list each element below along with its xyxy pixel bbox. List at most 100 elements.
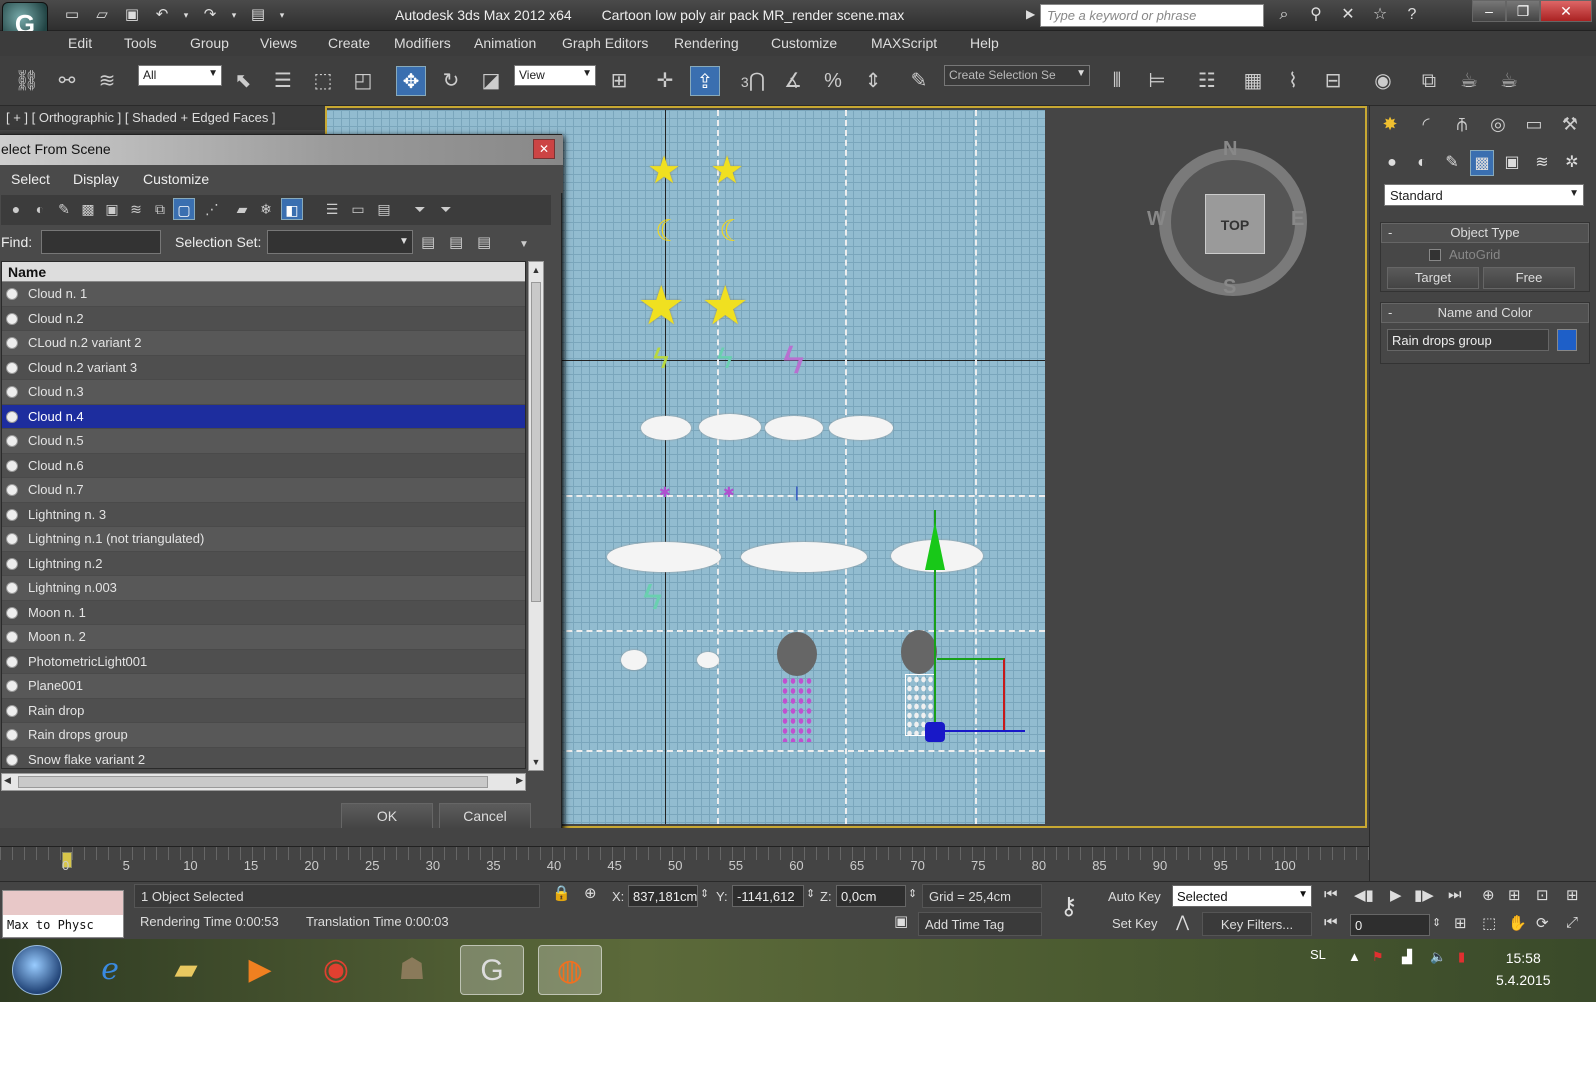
cloud-object[interactable]	[829, 416, 893, 440]
qat-dropdown-icon[interactable]: ▾	[278, 5, 286, 25]
select-object-icon[interactable]: ⬉	[228, 66, 258, 96]
rendered-frame-window-icon[interactable]: ☕	[1454, 66, 1484, 96]
time-tag-icon[interactable]: ▣	[894, 912, 908, 930]
object-type-header[interactable]: - Object Type	[1381, 223, 1589, 243]
filter-icon[interactable]: ⏷	[409, 198, 431, 220]
search-arrow-icon[interactable]: ▶	[1026, 7, 1035, 21]
gizmo-center[interactable]	[925, 722, 945, 742]
rain-drop-object[interactable]: ❘	[791, 484, 803, 501]
display-xrefs-icon[interactable]: ▢	[173, 198, 195, 220]
communication-icon[interactable]: ✕	[1336, 4, 1360, 26]
internet-explorer-icon[interactable]: ℯ	[78, 945, 142, 995]
go-to-start-icon[interactable]: ⏮	[1324, 886, 1338, 903]
rain-cloud-object[interactable]	[901, 630, 937, 674]
list-item[interactable]: Lightning n.1 (not triangulated)	[2, 527, 525, 552]
menu-help[interactable]: Help	[970, 35, 999, 51]
undo-dropdown-icon[interactable]: ▾	[182, 5, 190, 25]
favorites-star-icon[interactable]: ☆	[1368, 4, 1392, 26]
shapes-icon[interactable]: ◐	[1410, 150, 1434, 176]
list-vertical-scrollbar[interactable]: ▲ ▼	[528, 261, 544, 771]
3ds-max-taskbar-icon[interactable]: G	[460, 945, 524, 995]
set-key-button[interactable]: Set Key	[1112, 916, 1158, 931]
remove-from-selection-set-icon[interactable]: ▤	[477, 233, 491, 251]
rain-drops-object[interactable]	[781, 676, 813, 742]
display-frozen-icon[interactable]: ❄	[255, 198, 277, 220]
list-item[interactable]: CLoud n.2 variant 2	[2, 331, 525, 356]
save-icon[interactable]: ▣	[122, 5, 142, 25]
current-frame-field[interactable]: 0	[1350, 914, 1430, 936]
display-bones-icon[interactable]: ⋰	[201, 198, 223, 220]
power-icon[interactable]: ▮	[1458, 949, 1465, 965]
zoom-extents-all-icon[interactable]: ⊞	[1566, 886, 1579, 904]
render-setup-icon[interactable]: ⧉	[1414, 66, 1444, 96]
action-center-icon[interactable]: ⚑	[1372, 949, 1384, 965]
media-player-icon[interactable]: ▶	[228, 945, 292, 995]
list-item[interactable]: Cloud n.2 variant 3	[2, 355, 525, 380]
snaps-toggle-icon[interactable]: 3⋂	[738, 66, 768, 96]
star-object[interactable]: ★	[637, 274, 685, 337]
angle-snap-icon[interactable]: ∡	[778, 66, 808, 96]
add-to-selection-set-icon[interactable]: ▤	[449, 233, 463, 251]
new-file-icon[interactable]: ▭	[62, 5, 82, 25]
hierarchy-tab-icon[interactable]: ⫚	[1448, 110, 1476, 138]
minimize-button[interactable]: –	[1472, 0, 1506, 22]
add-time-tag[interactable]: Add Time Tag	[918, 912, 1042, 936]
subscription-icon[interactable]: ⚲	[1304, 4, 1328, 26]
list-item[interactable]: Lightning n.003	[2, 576, 525, 601]
zoom-region-icon[interactable]: ⬚	[1482, 914, 1496, 932]
category-dropdown[interactable]: Standard ▼	[1384, 184, 1584, 206]
select-invert-icon[interactable]: ▤	[373, 198, 395, 220]
viewcube-top-face[interactable]: TOP	[1205, 194, 1265, 254]
menu-views[interactable]: Views	[260, 35, 297, 51]
display-shapes-icon[interactable]: ◐	[29, 198, 51, 220]
rectangular-selection-icon[interactable]: ⬚	[308, 66, 338, 96]
maximize-viewport-icon[interactable]: ⤢	[1566, 914, 1578, 931]
select-and-scale-icon[interactable]: ◪	[476, 66, 506, 96]
open-file-icon[interactable]: ▱	[92, 5, 112, 25]
snowflake-object[interactable]: ✱	[723, 484, 735, 501]
file-explorer-icon[interactable]: ▰	[154, 945, 218, 995]
orbit-icon[interactable]: ⟳	[1536, 914, 1549, 932]
pivot-center-icon[interactable]: ⊞	[604, 66, 634, 96]
zoom-icon[interactable]: ⊕	[1482, 886, 1495, 904]
display-containers-icon[interactable]: ▰	[231, 198, 253, 220]
list-item[interactable]: Plane001	[2, 674, 525, 699]
redo-dropdown-icon[interactable]: ▾	[230, 5, 238, 25]
start-button[interactable]	[12, 945, 62, 995]
list-horizontal-scrollbar[interactable]: ◀ ▶	[1, 773, 526, 791]
maxscript-output[interactable]	[3, 891, 123, 915]
menu-create[interactable]: Create	[328, 35, 370, 51]
go-to-end-icon[interactable]: ⏭	[1448, 886, 1462, 903]
network-icon[interactable]: ▟	[1402, 949, 1412, 965]
utilities-tab-icon[interactable]: ⚒	[1556, 110, 1584, 138]
cloud-object[interactable]	[607, 542, 721, 572]
motion-tab-icon[interactable]: ◎	[1484, 110, 1512, 138]
cameras-icon[interactable]: ▩	[1470, 150, 1494, 176]
menu-graph-editors[interactable]: Graph Editors	[562, 35, 648, 51]
name-color-header[interactable]: - Name and Color	[1381, 303, 1589, 323]
menu-modifiers[interactable]: Modifiers	[394, 35, 451, 51]
show-hidden-icons-icon[interactable]: ▲	[1348, 949, 1361, 964]
list-item[interactable]: Cloud n.2	[2, 306, 525, 331]
hscroll-thumb[interactable]	[18, 776, 488, 788]
moon-object[interactable]: ☾	[719, 214, 746, 249]
render-production-icon[interactable]: ☕	[1494, 66, 1524, 96]
bind-space-warp-icon[interactable]: ≋	[92, 66, 122, 96]
cloud-object[interactable]	[741, 542, 867, 572]
list-item[interactable]: Cloud n.4	[2, 404, 525, 429]
mirror-icon[interactable]: ⫴	[1102, 66, 1132, 96]
star-object[interactable]: ★	[701, 274, 749, 337]
zoom-extents-icon[interactable]: ⊡	[1536, 886, 1549, 904]
key-mode-icon[interactable]: ⚷	[1060, 892, 1078, 921]
dialog-menu-customize[interactable]: Customize	[143, 171, 209, 187]
language-indicator[interactable]: SL	[1310, 947, 1326, 962]
scroll-down-icon[interactable]: ▼	[529, 754, 543, 770]
keyboard-shortcut-override-icon[interactable]: ⇪	[690, 66, 720, 96]
selection-filter-dropdown[interactable]: All ▼	[138, 65, 222, 86]
systems-icon[interactable]: ✲	[1560, 150, 1584, 176]
undo-icon[interactable]: ↶	[152, 5, 172, 25]
y-spinner-icon[interactable]: ⇕	[806, 887, 815, 900]
display-space-warps-icon[interactable]: ≋	[125, 198, 147, 220]
list-item[interactable]: Cloud n. 1	[2, 282, 525, 307]
help-icon[interactable]: ?	[1400, 4, 1424, 26]
